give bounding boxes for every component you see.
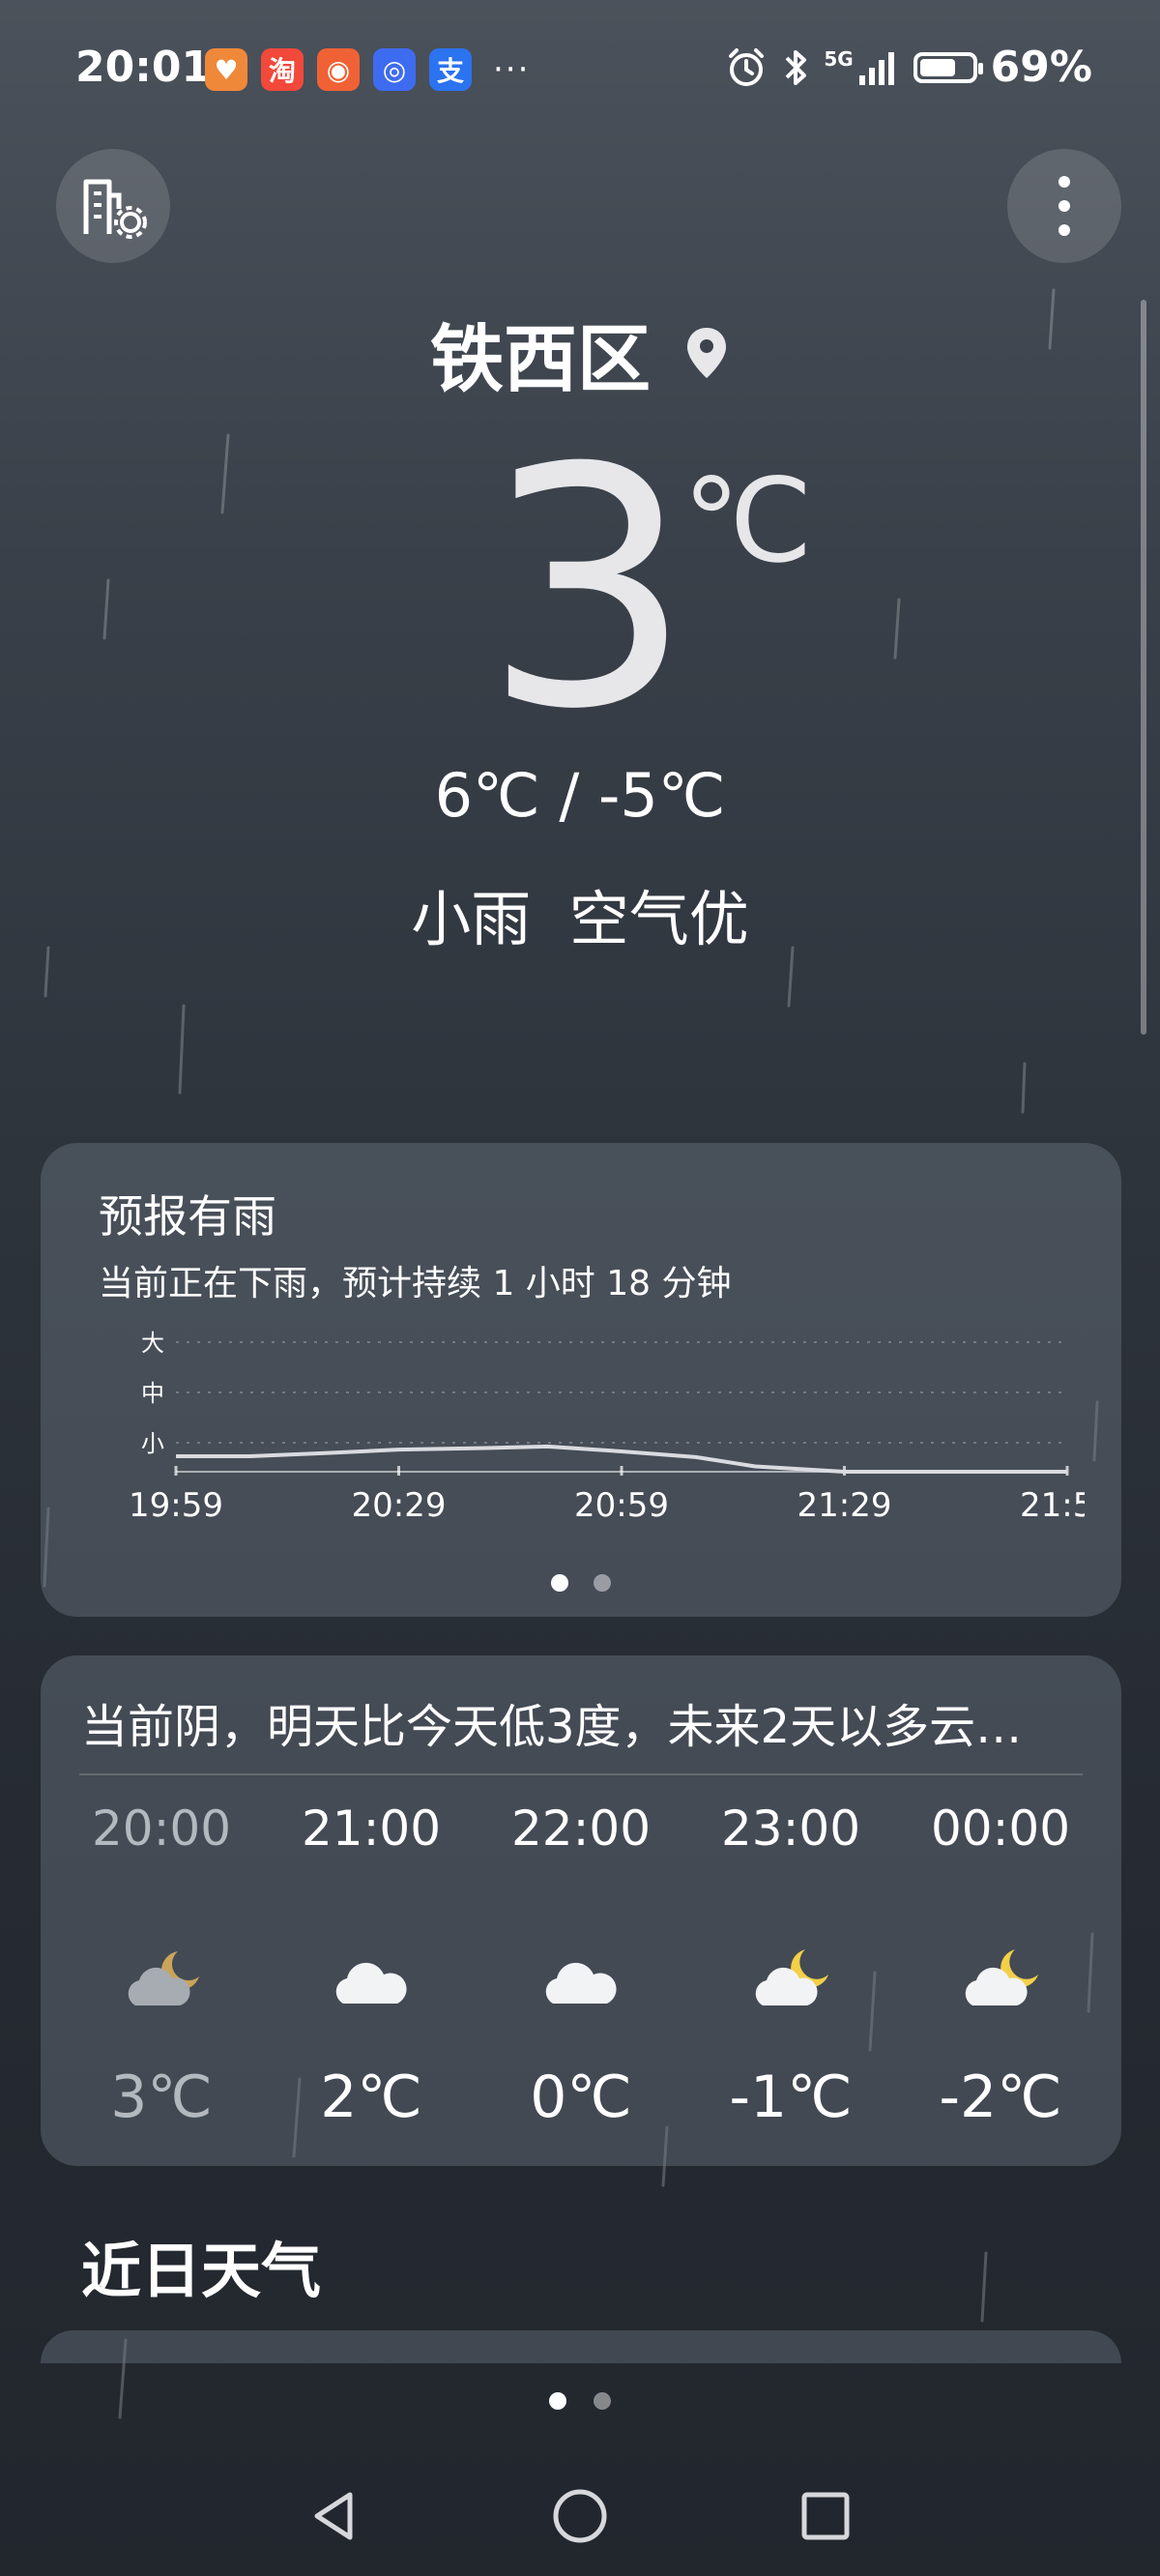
x-tick-label: 19:59 <box>129 1486 223 1525</box>
rain-forecast-subtitle: 当前正在下雨，预计持续 1 小时 18 分钟 <box>99 1264 732 1303</box>
camera-app-icon: ◉ <box>317 48 360 91</box>
city-management-button[interactable] <box>56 149 170 263</box>
hour-temperature: 0℃ <box>530 2064 632 2131</box>
hour-time: 22:00 <box>510 1800 652 1857</box>
partly-cloudy-night-icon <box>689 1942 892 2029</box>
battery-percent: 69% <box>990 43 1092 92</box>
y-level-label: 大 <box>141 1330 164 1357</box>
y-level-label: 中 <box>141 1380 164 1407</box>
more-notifications-icon: ··· <box>493 50 531 89</box>
x-tick-label: 21:59 <box>1020 1486 1085 1525</box>
hour-item: 20:00 3℃ <box>60 1800 263 2131</box>
hourly-list[interactable]: 20:00 3℃ 21:00 2℃ 22:00 0℃ 23:00 -1℃ 00:… <box>60 1800 1102 2131</box>
location-header[interactable]: 铁西区 <box>0 300 1160 406</box>
status-bar: 20:01 ♥ 淘 ◉ ◎ 支 ··· 5G 69% <box>0 0 1160 145</box>
rain-forecast-card[interactable]: 预报有雨 当前正在下雨，预计持续 1 小时 18 分钟 大中小 19:59 20:2… <box>41 1143 1121 1617</box>
daily-forecast-card[interactable] <box>41 2330 1121 2363</box>
scanner-app-icon: ◎ <box>373 48 416 91</box>
notification-app-icons: ♥ 淘 ◉ ◎ 支 ··· <box>205 48 530 91</box>
current-temperature: 3 <box>483 398 693 781</box>
rain-forecast-title: 预报有雨 <box>99 1190 276 1243</box>
hour-item: 23:00 -1℃ <box>689 1800 892 2131</box>
y-level-label: 小 <box>141 1430 164 1457</box>
hour-item: 22:00 0℃ <box>479 1800 682 2131</box>
hour-item: 00:00 -2℃ <box>899 1800 1102 2131</box>
pager-dot-2[interactable] <box>594 1574 611 1592</box>
page-dot-1[interactable] <box>549 2392 566 2410</box>
cloud-icon <box>270 1942 473 2029</box>
temperature-unit: ℃ <box>682 454 813 589</box>
recents-button[interactable] <box>787 2477 864 2555</box>
health-app-icon: ♥ <box>205 48 247 91</box>
home-circle-icon <box>553 2489 607 2543</box>
divider <box>79 1773 1083 1775</box>
taobao-app-icon: 淘 <box>261 48 304 91</box>
battery-icon <box>913 51 983 83</box>
hour-temperature: 2℃ <box>320 2064 422 2131</box>
network-type-label: 5G <box>824 46 854 71</box>
hour-temperature: -2℃ <box>939 2064 1062 2131</box>
cloudy-night-icon <box>60 1942 263 2029</box>
home-button[interactable] <box>541 2477 619 2555</box>
status-indicators: 5G 69% <box>725 43 1092 92</box>
alipay-app-icon: 支 <box>429 48 472 91</box>
forecast-summary[interactable]: 当前阴，明天比今天低3度，未来2天以多云… <box>81 1688 1096 1756</box>
location-pin-icon <box>687 328 726 378</box>
recent-weather-title: 近日天气 <box>81 2236 322 2306</box>
battery-cap <box>977 62 983 74</box>
hour-temperature: -1℃ <box>729 2064 853 2131</box>
back-triangle-icon <box>314 2492 353 2540</box>
page-indicator[interactable] <box>0 2392 1160 2410</box>
hour-time: 21:00 <box>301 1800 442 1857</box>
pager-dot-1[interactable] <box>551 1574 568 1592</box>
location-name: 铁西区 <box>430 316 651 402</box>
x-tick-label: 20:59 <box>574 1486 669 1525</box>
x-tick-label: 21:29 <box>798 1486 892 1525</box>
hour-time: 00:00 <box>930 1800 1071 1857</box>
x-tick-label: 20:29 <box>352 1486 447 1525</box>
back-button[interactable] <box>296 2477 373 2555</box>
battery-level <box>919 58 955 76</box>
hour-temperature: 3℃ <box>110 2064 213 2131</box>
weather-condition: 小雨 空气优 <box>411 884 749 954</box>
partly-cloudy-night-icon <box>899 1942 1102 2029</box>
hour-time: 23:00 <box>720 1800 861 1857</box>
precipitation-chart: 大中小 19:59 20:29 20:59 21:29 21:59 <box>129 1330 1085 1525</box>
signal-icon <box>858 51 894 85</box>
bluetooth-icon <box>785 49 807 85</box>
high-low-temperature: 6℃ / -5℃ <box>434 760 726 831</box>
more-options-button[interactable] <box>1007 149 1121 263</box>
cloud-icon <box>479 1942 682 2029</box>
navigation-bar <box>0 2456 1160 2576</box>
hour-time: 20:00 <box>91 1800 232 1857</box>
hour-item: 21:00 2℃ <box>270 1800 473 2131</box>
status-time: 20:01 <box>75 43 212 92</box>
rain-card-pager[interactable] <box>41 1574 1121 1592</box>
hourly-forecast-card[interactable]: 当前阴，明天比今天低3度，未来2天以多云… 20:00 3℃ 21:00 2℃ … <box>41 1655 1121 2166</box>
alarm-icon <box>729 47 765 86</box>
more-vertical-icon <box>1058 176 1070 236</box>
page-dot-2[interactable] <box>594 2392 611 2410</box>
recents-square-icon <box>801 2492 850 2540</box>
city-settings-icon <box>83 179 147 239</box>
